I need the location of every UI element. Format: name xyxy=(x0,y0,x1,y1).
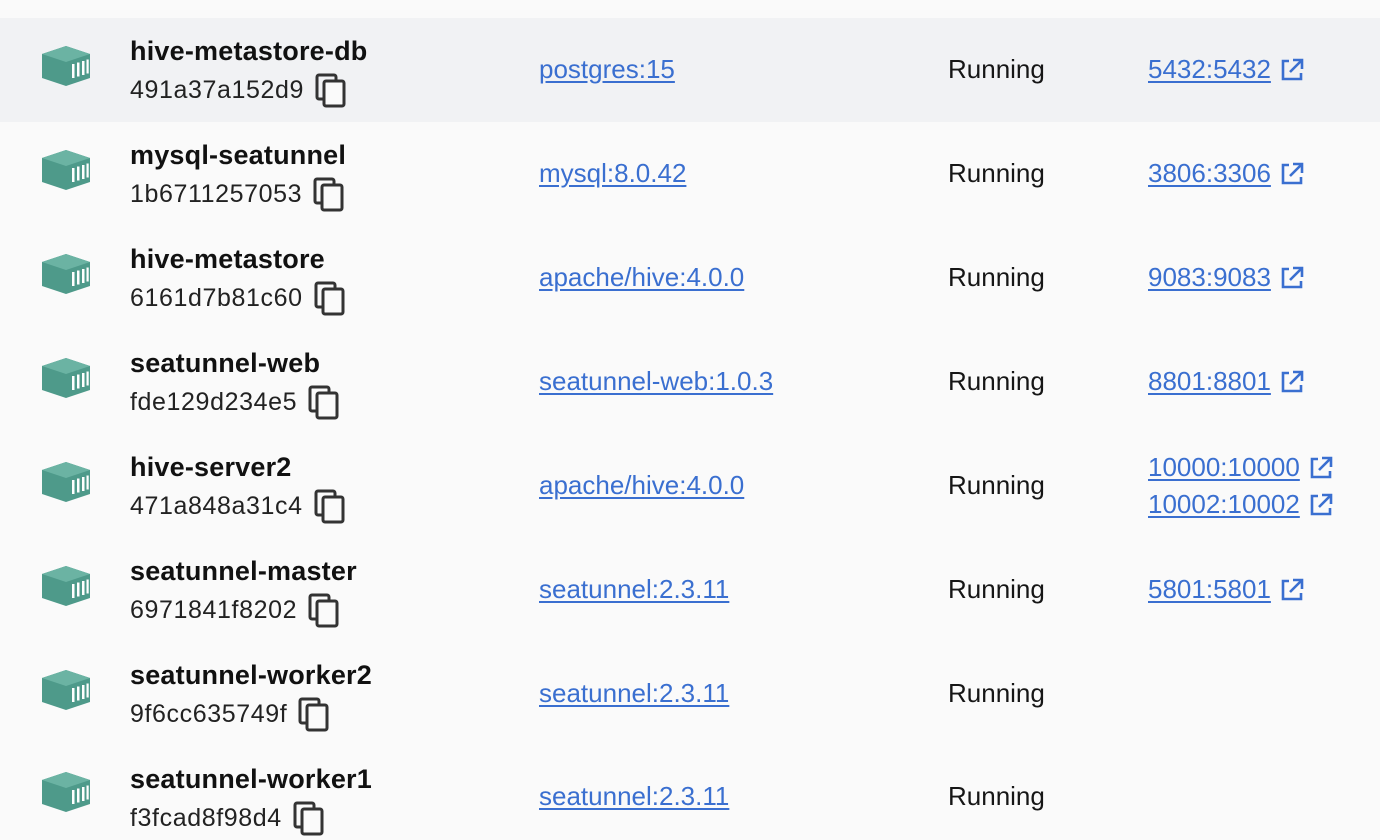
container-id: 471a848a31c4 xyxy=(130,488,347,524)
container-icon xyxy=(42,254,90,294)
port-text[interactable]: 10000:10000 xyxy=(1148,452,1300,483)
container-icon xyxy=(42,46,90,86)
container-icon xyxy=(42,150,90,190)
image-link[interactable]: mysql:8.0.42 xyxy=(539,158,686,189)
status-text: Running xyxy=(948,262,1045,292)
container-id-text: 9f6cc635749f xyxy=(130,699,288,728)
port-text[interactable]: 8801:8801 xyxy=(1148,366,1271,397)
external-link-icon[interactable] xyxy=(1279,57,1305,83)
port-text[interactable]: 5801:5801 xyxy=(1148,574,1271,605)
image-link[interactable]: seatunnel-web:1.0.3 xyxy=(539,366,773,397)
container-name[interactable]: hive-server2 xyxy=(130,452,292,483)
port-text[interactable]: 10002:10002 xyxy=(1148,489,1300,520)
copy-icon[interactable] xyxy=(312,176,346,212)
container-id: 9f6cc635749f xyxy=(130,696,331,732)
container-id: 1b6711257053 xyxy=(130,176,346,212)
external-link-icon[interactable] xyxy=(1279,577,1305,603)
port-link[interactable]: 3806:3306 xyxy=(1148,158,1305,189)
port-link[interactable]: 5801:5801 xyxy=(1148,574,1305,605)
copy-icon[interactable] xyxy=(313,488,347,524)
container-row[interactable]: seatunnel-web fde129d234e5 seatunnel-web… xyxy=(0,330,1380,434)
container-id-text: fde129d234e5 xyxy=(130,387,298,416)
image-link[interactable]: seatunnel:2.3.11 xyxy=(539,781,729,812)
status-text: Running xyxy=(948,781,1045,811)
status-text: Running xyxy=(948,574,1045,604)
port-text[interactable]: 5432:5432 xyxy=(1148,54,1271,85)
external-link-icon[interactable] xyxy=(1279,265,1305,291)
external-link-icon[interactable] xyxy=(1279,161,1305,187)
containers-table: hive-metastore-db 491a37a152d9 postgres:… xyxy=(0,0,1380,840)
container-id-text: 6971841f8202 xyxy=(130,595,298,624)
status-text: Running xyxy=(948,678,1045,708)
container-row[interactable]: hive-metastore-db 491a37a152d9 postgres:… xyxy=(0,18,1380,122)
container-id-text: 471a848a31c4 xyxy=(130,491,303,520)
port-link[interactable]: 9083:9083 xyxy=(1148,262,1305,293)
container-name[interactable]: seatunnel-worker2 xyxy=(130,660,372,691)
image-link[interactable]: apache/hive:4.0.0 xyxy=(539,470,744,501)
container-icon xyxy=(42,358,90,398)
container-name[interactable]: seatunnel-worker1 xyxy=(130,764,372,795)
port-link[interactable]: 10000:10000 xyxy=(1148,452,1334,483)
container-row[interactable]: hive-server2 471a848a31c4 apache/hive:4.… xyxy=(0,434,1380,538)
container-icon xyxy=(42,462,90,502)
copy-icon[interactable] xyxy=(307,592,341,628)
status-text: Running xyxy=(948,366,1045,396)
copy-icon[interactable] xyxy=(297,696,331,732)
image-link[interactable]: apache/hive:4.0.0 xyxy=(539,262,744,293)
container-id-text: 1b6711257053 xyxy=(130,179,303,208)
container-id: f3fcad8f98d4 xyxy=(130,800,326,836)
container-name[interactable]: mysql-seatunnel xyxy=(130,140,346,171)
image-link[interactable]: postgres:15 xyxy=(539,54,675,85)
container-icon xyxy=(42,772,90,812)
status-text: Running xyxy=(948,158,1045,188)
status-text: Running xyxy=(948,470,1045,500)
container-name[interactable]: seatunnel-master xyxy=(130,556,357,587)
port-text[interactable]: 9083:9083 xyxy=(1148,262,1271,293)
port-link[interactable]: 10002:10002 xyxy=(1148,489,1334,520)
container-id: 491a37a152d9 xyxy=(130,72,348,108)
container-name[interactable]: hive-metastore-db xyxy=(130,36,367,67)
image-link[interactable]: seatunnel:2.3.11 xyxy=(539,574,729,605)
container-row[interactable]: seatunnel-worker1 f3fcad8f98d4 seatunnel… xyxy=(0,746,1380,840)
container-row[interactable]: seatunnel-master 6971841f8202 seatunnel:… xyxy=(0,538,1380,642)
image-link[interactable]: seatunnel:2.3.11 xyxy=(539,678,729,709)
container-name[interactable]: seatunnel-web xyxy=(130,348,320,379)
container-row[interactable]: seatunnel-worker2 9f6cc635749f seatunnel… xyxy=(0,642,1380,746)
copy-icon[interactable] xyxy=(307,384,341,420)
container-id: 6161d7b81c60 xyxy=(130,280,347,316)
external-link-icon[interactable] xyxy=(1308,455,1334,481)
container-row[interactable]: mysql-seatunnel 1b6711257053 mysql:8.0.4… xyxy=(0,122,1380,226)
container-id-text: 491a37a152d9 xyxy=(130,75,305,104)
copy-icon[interactable] xyxy=(292,800,326,836)
port-link[interactable]: 5432:5432 xyxy=(1148,54,1305,85)
container-id: fde129d234e5 xyxy=(130,384,341,420)
container-row[interactable]: hive-metastore 6161d7b81c60 apache/hive:… xyxy=(0,226,1380,330)
copy-icon[interactable] xyxy=(314,72,348,108)
container-id-text: 6161d7b81c60 xyxy=(130,283,303,312)
copy-icon[interactable] xyxy=(313,280,347,316)
container-id: 6971841f8202 xyxy=(130,592,341,628)
container-icon xyxy=(42,566,90,606)
port-link[interactable]: 8801:8801 xyxy=(1148,366,1305,397)
port-text[interactable]: 3806:3306 xyxy=(1148,158,1271,189)
external-link-icon[interactable] xyxy=(1279,369,1305,395)
status-text: Running xyxy=(948,54,1045,84)
container-name[interactable]: hive-metastore xyxy=(130,244,325,275)
container-id-text: f3fcad8f98d4 xyxy=(130,803,282,832)
external-link-icon[interactable] xyxy=(1308,492,1334,518)
container-icon xyxy=(42,670,90,710)
